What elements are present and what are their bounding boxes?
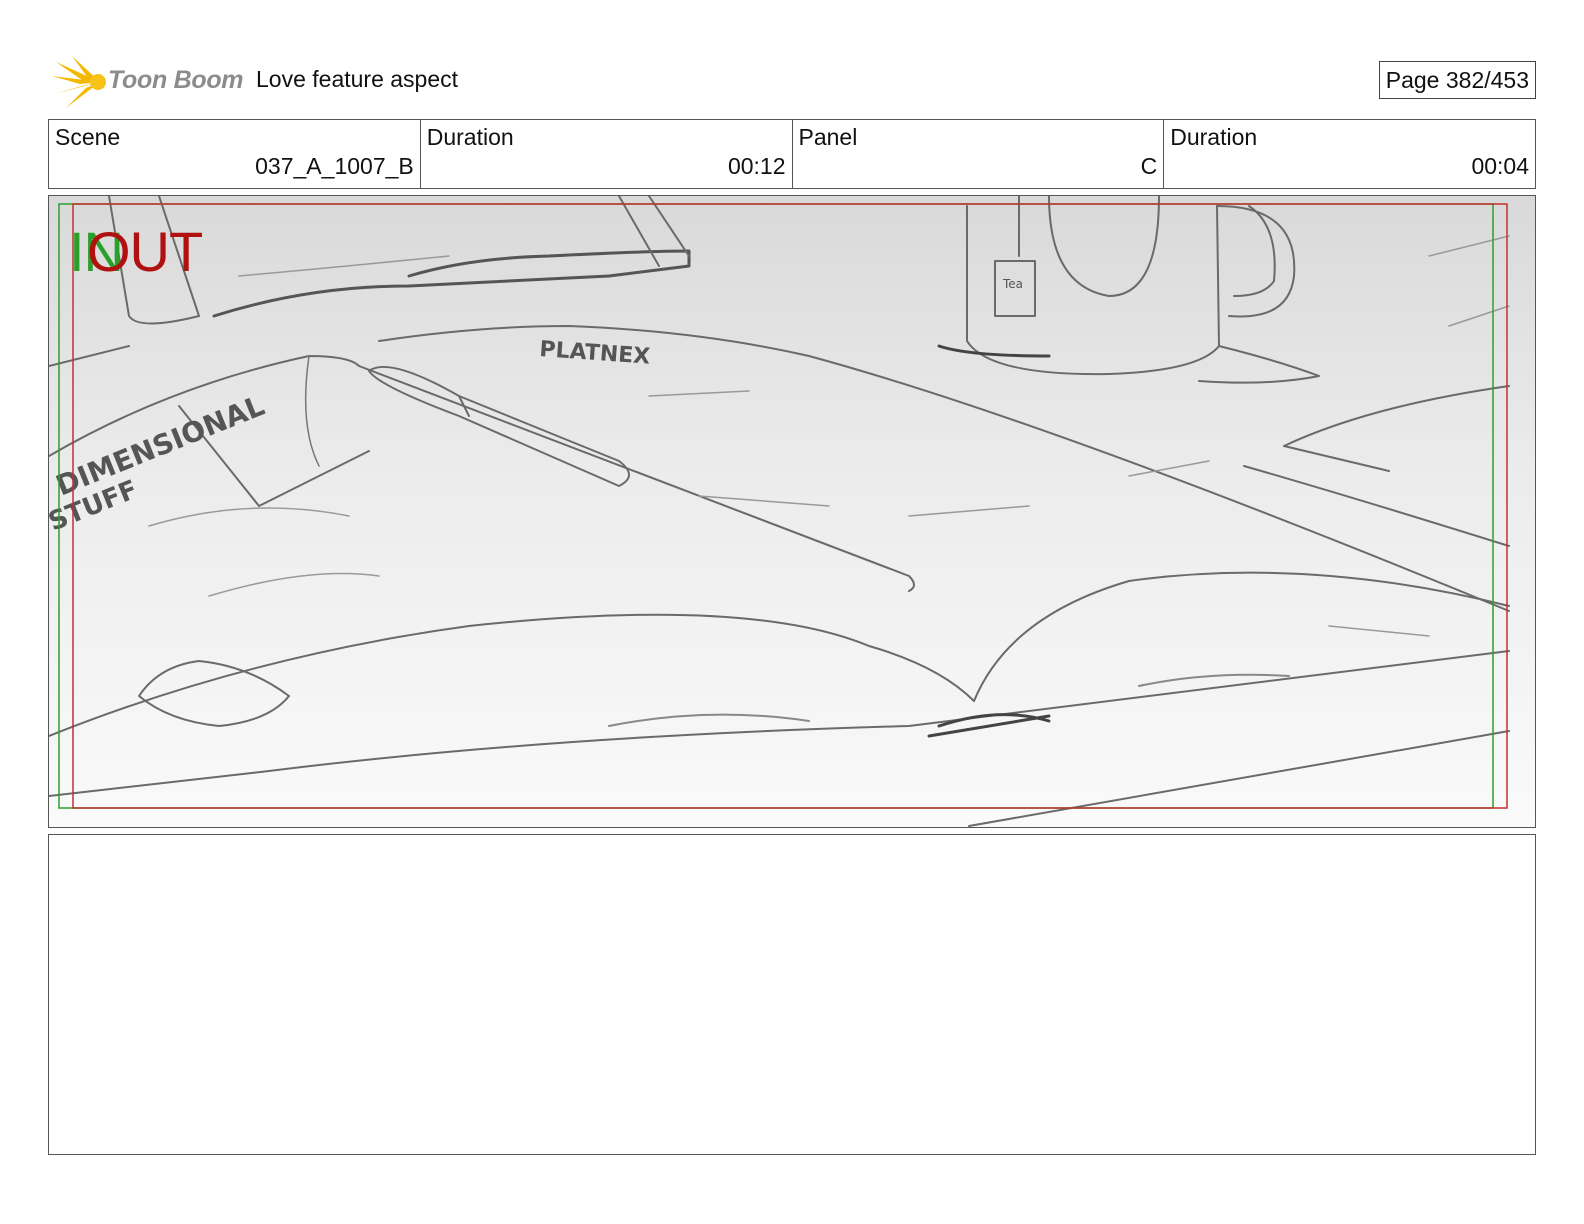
document-title: Love feature aspect <box>256 66 459 92</box>
page-counter: Page 382/453 <box>1378 61 1536 99</box>
panel-sketch: DIMENSIONAL STUFF PLATNEX Tea <box>49 196 1510 827</box>
storyboard-panel: DIMENSIONAL STUFF PLATNEX Tea IN OUT <box>48 195 1536 828</box>
scene-duration-value: 00:12 <box>727 153 786 179</box>
scene-info-row: Scene 037_A_1007_B Duration 00:12 Panel … <box>48 119 1536 189</box>
panel-value: C <box>1140 153 1158 179</box>
logo-text: Toon Boom <box>108 66 244 94</box>
book-cover-title: DIMENSIONAL <box>51 389 269 503</box>
scene-duration-label: Duration <box>426 124 514 150</box>
scene-duration-cell: Duration 00:12 <box>421 120 793 188</box>
panel-duration-label: Duration <box>1170 124 1258 150</box>
tea-tag-label: Tea <box>1002 277 1023 291</box>
scene-label: Scene <box>55 124 121 150</box>
scene-cell: Scene 037_A_1007_B <box>49 120 421 188</box>
toon-boom-logo: Toon Boom <box>52 54 244 110</box>
page-header: Toon Boom Love feature aspect Page 382/4… <box>48 52 1536 112</box>
panel-duration-value: 00:04 <box>1471 153 1529 179</box>
panel-notes-box <box>48 834 1536 1155</box>
panel-cell: Panel C <box>793 120 1165 188</box>
panel-duration-cell: Duration 00:04 <box>1164 120 1535 188</box>
pen-brand-label: PLATNEX <box>539 337 651 370</box>
out-marker-label: OUT <box>87 220 203 283</box>
starburst-icon <box>52 56 106 108</box>
panel-label: Panel <box>798 124 858 150</box>
out-frame-guide <box>72 203 1508 809</box>
scene-value: 037_A_1007_B <box>255 153 414 179</box>
